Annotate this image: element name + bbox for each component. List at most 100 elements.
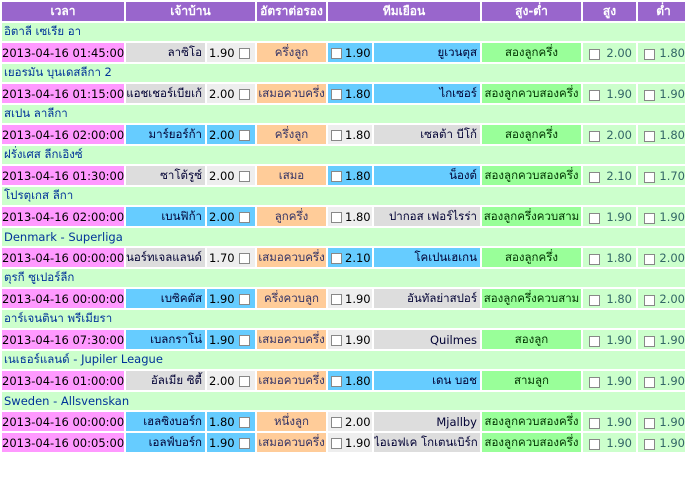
- home-bet-checkbox[interactable]: [238, 88, 250, 100]
- away-bet-checkbox[interactable]: [331, 375, 342, 387]
- under-bet-checkbox[interactable]: [644, 438, 655, 450]
- header-over: สูง: [583, 2, 636, 21]
- away-team: น็องต์: [374, 166, 480, 185]
- over-cell: 1.80: [583, 248, 636, 267]
- over-bet-checkbox[interactable]: [589, 253, 600, 265]
- home-bet-checkbox[interactable]: [238, 170, 250, 182]
- league-row: เยอรมัน บุนเดสลีกา 2: [2, 64, 685, 82]
- match-time: 2013-04-16 01:15:00: [2, 84, 124, 103]
- league-name: Sweden - Allsvenskan: [2, 392, 685, 410]
- over-bet-checkbox[interactable]: [589, 417, 600, 429]
- handicap: เสมอควบครึ่ง: [257, 433, 326, 452]
- away-bet-checkbox[interactable]: [331, 334, 342, 346]
- away-team: โคเปนเฮเกน: [374, 248, 480, 267]
- over-bet-checkbox[interactable]: [589, 48, 600, 60]
- header-handicap: อัตราต่อรอง: [257, 2, 326, 21]
- under-odd: 1.90: [659, 86, 685, 101]
- home-bet-checkbox[interactable]: [238, 47, 250, 59]
- home-team: นอร์ทเจลแลนด์: [126, 248, 205, 267]
- handicap: ครึ่งควบลูก: [257, 289, 326, 308]
- under-bet-checkbox[interactable]: [644, 212, 655, 224]
- over-bet-checkbox[interactable]: [589, 376, 600, 388]
- home-odd-cell: 1.90: [207, 433, 255, 452]
- home-odd: 1.90: [209, 332, 235, 347]
- away-bet-checkbox[interactable]: [331, 252, 342, 264]
- under-cell: 1.90: [638, 84, 685, 103]
- handicap: หนึ่งลูก: [257, 412, 326, 431]
- league-row: สเปน ลาลีกา: [2, 105, 685, 123]
- home-bet-checkbox[interactable]: [238, 334, 250, 346]
- match-row: 2013-04-16 01:30:00 ซาโต้รูซ์ 2.00 เสมอ …: [2, 166, 685, 185]
- away-bet-checkbox[interactable]: [331, 47, 342, 59]
- home-team: ลาซิโอ: [126, 43, 205, 62]
- over-bet-checkbox[interactable]: [589, 294, 600, 306]
- under-bet-checkbox[interactable]: [644, 376, 655, 388]
- over-bet-checkbox[interactable]: [589, 212, 600, 224]
- home-team: มาร์ยอร์ก้า: [126, 125, 205, 144]
- over-bet-checkbox[interactable]: [589, 89, 600, 101]
- over-cell: 2.00: [583, 125, 636, 144]
- home-odd: 2.00: [209, 127, 235, 142]
- under-odd: 1.90: [659, 435, 685, 450]
- under-bet-checkbox[interactable]: [644, 171, 655, 183]
- match-row: 2013-04-16 00:05:00 เอลฟ์บอร์ก 1.90 เสมอ…: [2, 433, 685, 452]
- under-bet-checkbox[interactable]: [644, 253, 655, 265]
- handicap: เสมอควบครึ่ง: [257, 371, 326, 390]
- under-cell: 2.00: [638, 248, 685, 267]
- away-bet-checkbox[interactable]: [331, 293, 342, 305]
- away-bet-checkbox[interactable]: [331, 416, 342, 428]
- away-bet-checkbox[interactable]: [331, 129, 342, 141]
- away-odd-cell: 1.80: [328, 371, 372, 390]
- away-odd: 1.80: [345, 168, 371, 183]
- under-bet-checkbox[interactable]: [644, 417, 655, 429]
- home-odd-cell: 2.00: [207, 84, 255, 103]
- home-bet-checkbox[interactable]: [238, 416, 250, 428]
- home-team: เอลฟ์บอร์ก: [126, 433, 205, 452]
- away-odd-cell: 2.10: [328, 248, 372, 267]
- league-row: โปรตุเกส ลีกา: [2, 187, 685, 205]
- away-bet-checkbox[interactable]: [331, 211, 342, 223]
- match-row: 2013-04-16 02:00:00 เบนฟิก้า 2.00 ลูกครึ…: [2, 207, 685, 226]
- away-team: อันทัลย่าสปอร์: [374, 289, 480, 308]
- home-bet-checkbox[interactable]: [238, 211, 250, 223]
- home-odd-cell: 1.90: [207, 289, 255, 308]
- home-bet-checkbox[interactable]: [238, 375, 250, 387]
- header-away: ทีมเยือน: [328, 2, 480, 21]
- over-bet-checkbox[interactable]: [589, 335, 600, 347]
- away-bet-checkbox[interactable]: [331, 88, 342, 100]
- away-odd-cell: 1.90: [328, 330, 372, 349]
- under-bet-checkbox[interactable]: [644, 130, 655, 142]
- over-bet-checkbox[interactable]: [589, 438, 600, 450]
- away-bet-checkbox[interactable]: [331, 170, 342, 182]
- away-bet-checkbox[interactable]: [331, 437, 342, 449]
- under-bet-checkbox[interactable]: [644, 335, 655, 347]
- match-time: 2013-04-16 02:00:00: [2, 125, 124, 144]
- away-odd: 2.10: [345, 250, 371, 265]
- home-bet-checkbox[interactable]: [238, 252, 250, 264]
- league-row: ฝรั่งเศส ลีกเอิงซ์: [2, 146, 685, 164]
- odds-table: เวลา เจ้าบ้าน อัตราต่อรอง ทีมเยือน สูง-ต…: [0, 0, 685, 454]
- over-cell: 1.90: [583, 412, 636, 431]
- away-team: Quilmes: [374, 330, 480, 349]
- away-team: ยูเวนตุส: [374, 43, 480, 62]
- over-bet-checkbox[interactable]: [589, 130, 600, 142]
- under-bet-checkbox[interactable]: [644, 89, 655, 101]
- home-odd-cell: 2.00: [207, 166, 255, 185]
- home-bet-checkbox[interactable]: [238, 293, 250, 305]
- under-bet-checkbox[interactable]: [644, 48, 655, 60]
- home-odd: 1.80: [209, 414, 235, 429]
- away-odd-cell: 1.90: [328, 289, 372, 308]
- league-name: อิตาลี เซเรีย อา: [2, 23, 685, 41]
- over-cell: 1.90: [583, 433, 636, 452]
- home-bet-checkbox[interactable]: [238, 437, 250, 449]
- under-cell: 1.90: [638, 433, 685, 452]
- home-bet-checkbox[interactable]: [238, 129, 250, 141]
- league-name: เนเธอร์แลนด์ - Jupiler League: [2, 351, 685, 369]
- away-odd: 2.00: [345, 414, 371, 429]
- under-odd: 1.90: [659, 414, 685, 429]
- league-name: โปรตุเกส ลีกา: [2, 187, 685, 205]
- home-odd-cell: 2.00: [207, 371, 255, 390]
- over-bet-checkbox[interactable]: [589, 171, 600, 183]
- match-time: 2013-04-16 01:45:00: [2, 43, 124, 62]
- under-bet-checkbox[interactable]: [644, 294, 655, 306]
